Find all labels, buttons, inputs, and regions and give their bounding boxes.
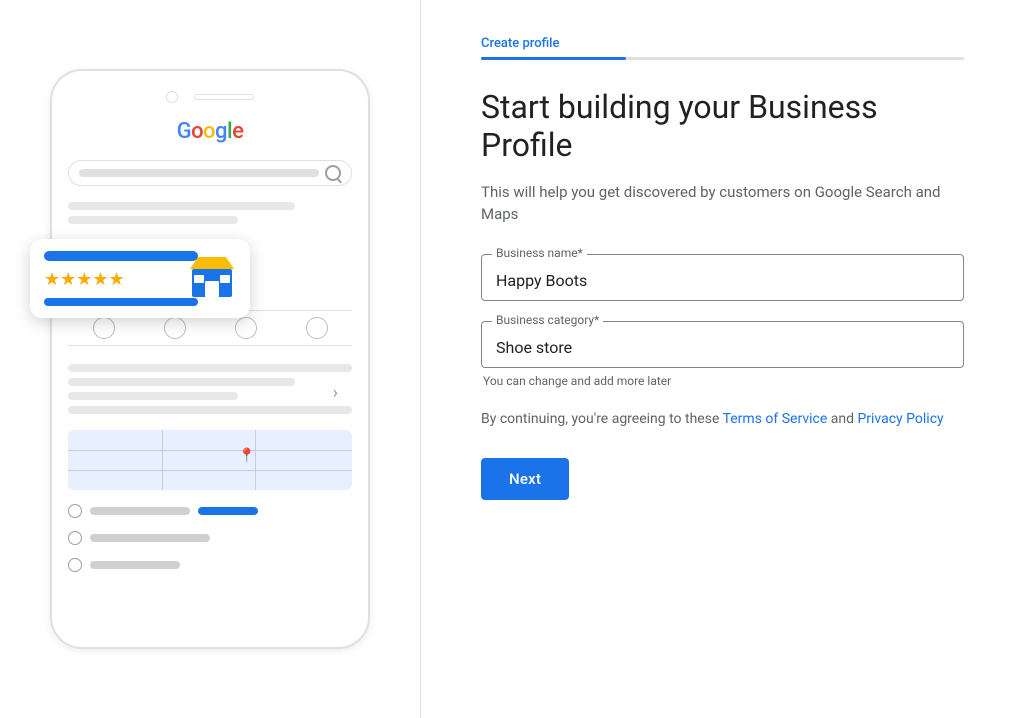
page-title: Start building your Business Profile: [481, 88, 964, 165]
right-panel: Create profile Start building your Busin…: [420, 0, 1024, 718]
step-bar-fill: [481, 57, 626, 60]
tos-text: By continuing, you're agreeing to these …: [481, 408, 964, 430]
business-name-group: Business name*: [481, 254, 964, 301]
business-name-label: Business name*: [492, 246, 587, 260]
nav-icon-4: [306, 317, 328, 339]
bc-blue-line: [44, 298, 198, 306]
google-logo: Google: [68, 119, 352, 144]
business-name-input[interactable]: [496, 271, 949, 290]
search-icon: [325, 165, 341, 181]
tos-text-before: By continuing, you're agreeing to these: [481, 411, 723, 427]
privacy-policy-link[interactable]: Privacy Policy: [857, 411, 943, 427]
phone-search-bar: [68, 160, 352, 186]
clock-row: [68, 504, 352, 518]
nav-icon-2: [164, 317, 186, 339]
nav-icon-1: [93, 317, 115, 339]
phone-content-lines: [68, 202, 352, 224]
step-indicator: Create profile: [481, 36, 964, 60]
business-card-popup: ★★★★★: [30, 239, 250, 318]
phone-speaker: [194, 94, 254, 100]
terms-of-service-link[interactable]: Terms of Service: [723, 411, 828, 427]
nav-icon-3: [235, 317, 257, 339]
category-hint: You can change and add more later: [483, 374, 964, 388]
phone-icon: [68, 531, 82, 545]
globe-icon: [68, 558, 82, 572]
tos-text-mid: and: [827, 411, 857, 427]
business-name-field-container[interactable]: Business name*: [481, 254, 964, 301]
business-category-input[interactable]: [496, 338, 949, 357]
store-icon: [186, 249, 238, 301]
step-bar-track: [481, 57, 964, 60]
phone-top-bar: [68, 91, 352, 103]
business-category-group: Business category* You can change and ad…: [481, 321, 964, 388]
left-panel: Google ★★★★★: [0, 0, 420, 718]
page-subtitle: This will help you get discovered by cus…: [481, 181, 964, 226]
map-area: 📍: [68, 430, 352, 490]
phone-row: [68, 531, 352, 545]
business-category-field-container[interactable]: Business category*: [481, 321, 964, 368]
globe-row: [68, 558, 352, 572]
phone-mockup: Google ★★★★★: [50, 69, 370, 649]
next-button[interactable]: Next: [481, 458, 569, 500]
bc-blue-bar: [44, 251, 198, 261]
arrow-right-icon: ›: [333, 383, 338, 404]
business-category-label: Business category*: [492, 313, 603, 327]
clock-icon: [68, 504, 82, 518]
search-bar-line: [79, 169, 319, 177]
step-label: Create profile: [481, 36, 964, 51]
map-pin-icon: 📍: [238, 448, 255, 464]
phone-camera: [166, 91, 178, 103]
